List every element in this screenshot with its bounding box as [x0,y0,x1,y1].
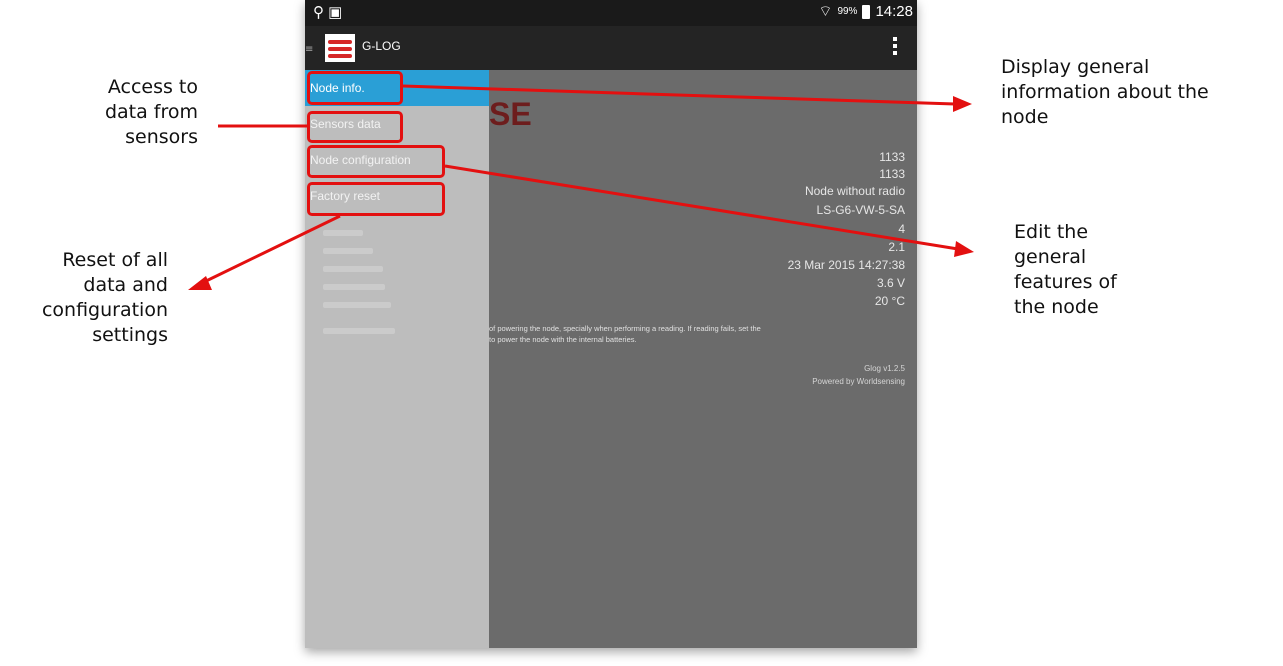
info-value: 20 °C [874,294,905,308]
annotation-node-config: Edit the general features of the node [1014,221,1117,318]
info-value: Node without radio [804,184,905,198]
app-bar: ≡ G-LOG [305,26,917,70]
gallery-icon: ▣ [328,4,343,21]
brand-logo-text: SE [489,96,532,132]
description-line: of powering the node, specially when per… [489,324,761,333]
info-value: 23 Mar 2015 14:27:38 [787,258,905,272]
faded-label [323,302,391,308]
faded-label [323,328,395,334]
battery-icon [862,4,871,19]
status-bar: ⚲ ▣ ⌔ 99% 14:28 [305,0,917,26]
location-icon: ⚲ [313,4,324,21]
overflow-menu-icon[interactable] [893,37,897,55]
callout-factory-reset [307,182,445,216]
faded-label [323,284,385,290]
arrow-head [954,241,974,257]
annotation-node-info: Display general information about the no… [1001,56,1209,128]
version-label: Glog v1.2.5 [864,364,905,373]
callout-sensors-data [307,111,403,143]
callout-node-info [307,71,403,105]
annotation-access-sensors: Access to data from sensors [104,76,198,148]
info-value: 1133 [879,167,905,181]
powered-by-label: Powered by Worldsensing [812,377,905,386]
callout-node-configuration [307,145,445,178]
main-content: SE 1133 1133 Node without radio LS-G6-VW… [489,70,917,648]
arrow-head [188,276,212,290]
faded-label [323,266,383,272]
app-logo-icon [325,34,355,62]
info-value: LS-G6-VW-5-SA [816,203,905,217]
info-value: 4 [898,222,905,236]
info-value: 3.6 V [876,276,905,290]
info-value: 1133 [879,150,905,164]
annotation-reset: Reset of all data and configuration sett… [41,249,168,346]
description-line: to power the node with the internal batt… [489,335,637,344]
info-value: 2.1 [888,240,905,254]
clock: 14:28 [875,3,913,20]
app-title: G-LOG [362,39,401,53]
wifi-icon: ⌔ [818,3,833,20]
faded-label [323,230,363,236]
arrow-head [953,96,972,112]
faded-label [323,248,373,254]
drawer-toggle-icon[interactable]: ≡ [305,44,313,55]
status-icons-left: ⚲ ▣ [313,3,342,21]
status-icons-right: ⌔ 99% 14:28 [818,2,913,21]
battery-percent: 99% [837,6,858,17]
